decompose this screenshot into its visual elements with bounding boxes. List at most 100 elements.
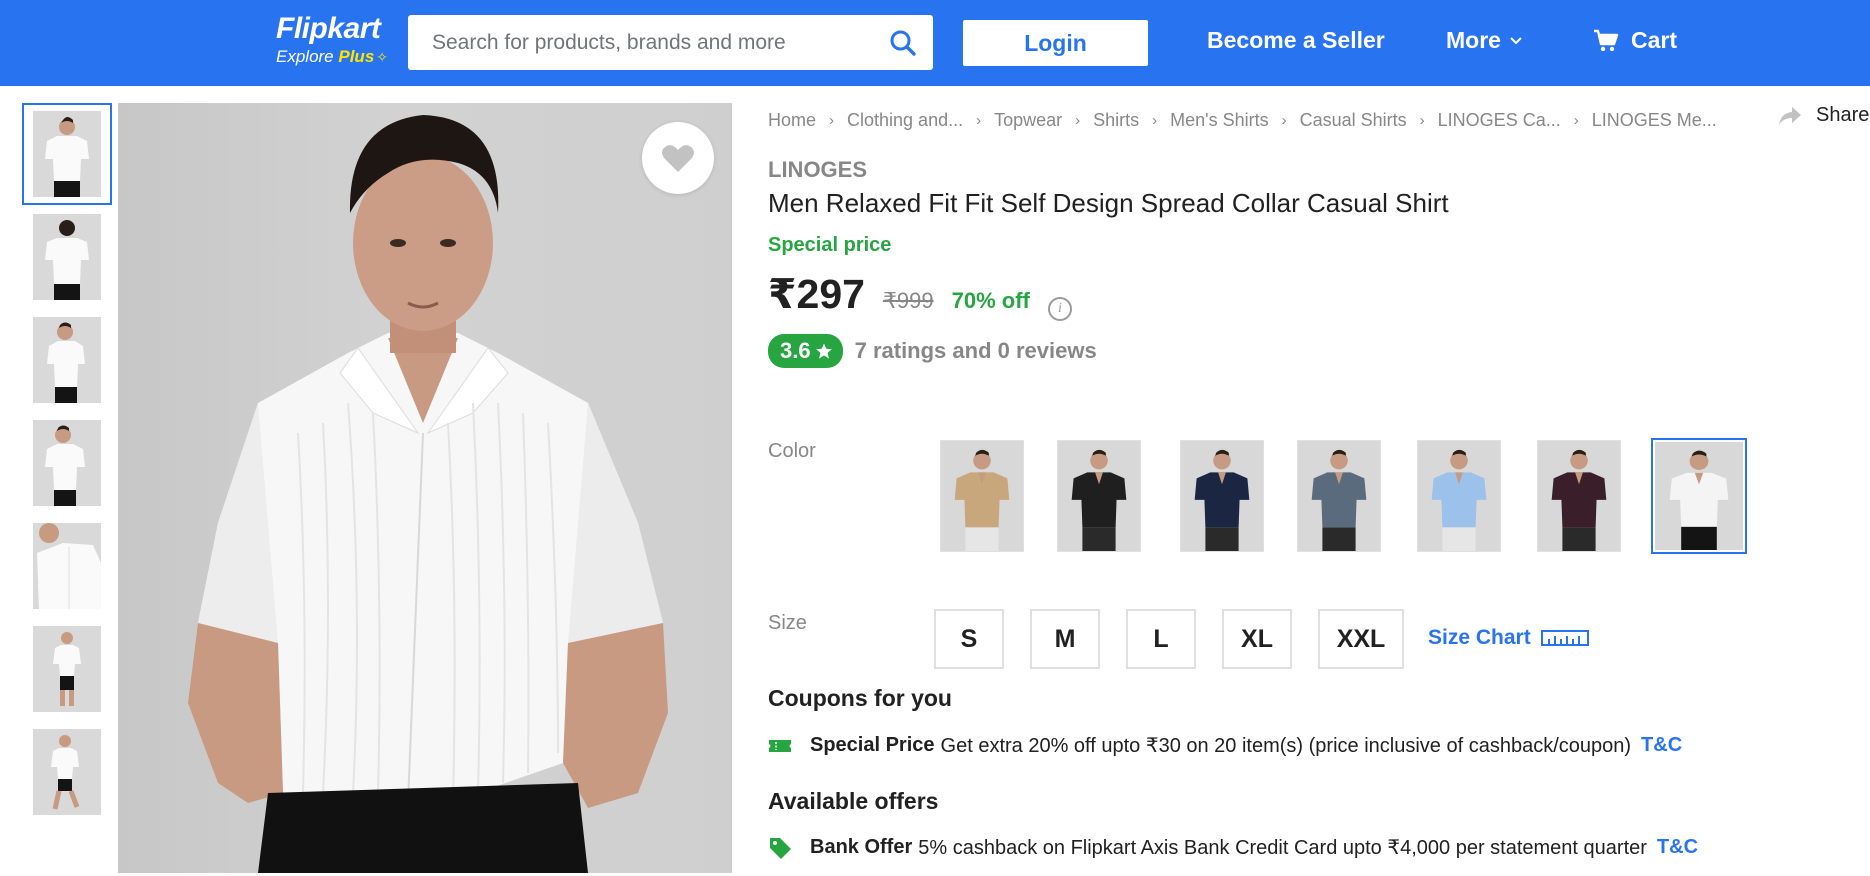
color-swatch-5[interactable] bbox=[1417, 440, 1501, 552]
chevron-right-icon: › bbox=[1281, 112, 1287, 129]
color-swatch-2[interactable] bbox=[1057, 440, 1141, 552]
thumbnail-1[interactable] bbox=[22, 103, 112, 205]
coupon-tc-link[interactable]: T&C bbox=[1641, 734, 1682, 757]
swatch-image bbox=[1181, 441, 1263, 551]
more-label: More bbox=[1446, 27, 1501, 53]
coupon-label: Special Price bbox=[810, 734, 935, 756]
offers-title: Available offers bbox=[768, 788, 939, 814]
logo-tagline: Explore bbox=[276, 47, 334, 66]
coupon-icon bbox=[769, 739, 791, 752]
ratings-reviews-link[interactable]: 7 ratings and 0 reviews bbox=[855, 338, 1097, 364]
color-swatch-1[interactable] bbox=[940, 440, 1024, 552]
thumbnail-image bbox=[33, 111, 101, 197]
swatch-image bbox=[1298, 441, 1380, 551]
breadcrumb-item[interactable]: Casual Shirts bbox=[1300, 110, 1407, 131]
thumbnail-5[interactable] bbox=[22, 515, 112, 617]
cart-icon bbox=[1594, 29, 1619, 51]
become-seller-link[interactable]: Become a Seller bbox=[1207, 27, 1385, 54]
thumbnail-image bbox=[33, 729, 101, 815]
share-icon bbox=[1779, 106, 1801, 125]
product-title: Men Relaxed Fit Fit Self Design Spread C… bbox=[768, 188, 1449, 218]
rating-value: 3.6 bbox=[780, 338, 811, 363]
special-price-label: Special price bbox=[768, 234, 892, 256]
heart-icon bbox=[662, 145, 694, 172]
swatch-image bbox=[1655, 442, 1743, 550]
logo-plus: Plus bbox=[338, 47, 375, 66]
share-button[interactable]: Share bbox=[1778, 104, 1869, 127]
top-navbar: Flipkart Explore Plus✧ Login Become a Se… bbox=[0, 0, 1870, 86]
thumbnail-image bbox=[33, 214, 101, 300]
chevron-right-icon: › bbox=[1075, 112, 1081, 129]
coupon-text: Get extra 20% off upto ₹30 on 20 item(s)… bbox=[940, 735, 1632, 757]
cart-label: Cart bbox=[1631, 27, 1678, 53]
offer-tc-link[interactable]: T&C bbox=[1657, 836, 1698, 859]
tag-icon bbox=[770, 837, 791, 859]
size-chart-link[interactable]: Size Chart bbox=[1428, 626, 1589, 650]
size-chart-label: Size Chart bbox=[1428, 626, 1531, 649]
swatch-image bbox=[1538, 441, 1620, 551]
discount-label: 70% off bbox=[951, 288, 1030, 313]
swatch-image bbox=[1418, 441, 1500, 551]
swatch-image bbox=[941, 441, 1023, 551]
rating-badge[interactable]: 3.6 bbox=[768, 334, 843, 368]
coupons-title: Coupons for you bbox=[768, 685, 952, 711]
chevron-down-icon bbox=[1510, 36, 1522, 44]
wishlist-button[interactable] bbox=[642, 122, 714, 194]
star-icon bbox=[815, 343, 832, 359]
thumbnail-image bbox=[33, 523, 101, 609]
flipkart-logo[interactable]: Flipkart Explore Plus ✧ bbox=[276, 12, 388, 67]
cart-link[interactable]: Cart bbox=[1593, 27, 1677, 54]
thumbnail-3[interactable] bbox=[22, 309, 112, 411]
more-menu[interactable]: More bbox=[1446, 27, 1523, 54]
chevron-right-icon: › bbox=[976, 112, 982, 129]
size-xl-button[interactable]: XL bbox=[1222, 609, 1292, 669]
chevron-right-icon: › bbox=[1573, 112, 1579, 129]
thumbnail-2[interactable] bbox=[22, 206, 112, 308]
share-label: Share bbox=[1816, 104, 1870, 126]
color-swatch-3[interactable] bbox=[1180, 440, 1264, 552]
chevron-right-icon: › bbox=[1419, 112, 1425, 129]
login-button[interactable]: Login bbox=[963, 20, 1148, 66]
color-swatch-6[interactable] bbox=[1537, 440, 1621, 552]
offer-item: Bank Offer 5% cashback on Flipkart Axis … bbox=[768, 835, 1698, 860]
color-label: Color bbox=[768, 440, 816, 462]
color-swatch-7[interactable] bbox=[1651, 438, 1747, 554]
selling-price: ₹297 bbox=[768, 271, 865, 317]
thumbnail-4[interactable] bbox=[22, 412, 112, 514]
thumbnail-7[interactable] bbox=[22, 721, 112, 823]
coupon-item: Special Price Get extra 20% off upto ₹30… bbox=[768, 733, 1682, 758]
breadcrumb-item[interactable]: LINOGES Ca... bbox=[1438, 110, 1561, 131]
thumbnail-image bbox=[33, 420, 101, 506]
search-icon[interactable] bbox=[873, 15, 933, 70]
ruler-icon bbox=[1540, 630, 1589, 646]
offer-label: Bank Offer bbox=[810, 836, 913, 858]
breadcrumb-item[interactable]: Clothing and... bbox=[847, 110, 963, 131]
breadcrumb-item[interactable]: LINOGES Me... bbox=[1592, 110, 1717, 131]
swatch-image bbox=[1058, 441, 1140, 551]
breadcrumb: Home › Clothing and... › Topwear › Shirts › … bbox=[768, 110, 1717, 131]
thumbnail-image bbox=[33, 317, 101, 403]
info-icon[interactable]: i bbox=[1047, 297, 1072, 321]
thumbnail-6[interactable] bbox=[22, 618, 112, 720]
search-bar bbox=[408, 15, 933, 70]
main-product-image[interactable] bbox=[118, 103, 732, 873]
size-label: Size bbox=[768, 612, 807, 634]
size-s-button[interactable]: S bbox=[934, 609, 1004, 669]
brand-name[interactable]: LINOGES bbox=[768, 157, 867, 183]
color-swatch-4[interactable] bbox=[1297, 440, 1381, 552]
size-xxl-button[interactable]: XXL bbox=[1318, 609, 1404, 669]
thumbnail-image bbox=[33, 626, 101, 712]
search-input[interactable] bbox=[408, 15, 873, 70]
chevron-right-icon: › bbox=[829, 112, 835, 129]
breadcrumb-item[interactable]: Home bbox=[768, 110, 816, 131]
breadcrumb-item[interactable]: Shirts bbox=[1093, 110, 1139, 131]
offer-text: 5% cashback on Flipkart Axis Bank Credit… bbox=[918, 837, 1647, 859]
price-row: ₹297 ₹999 70% off i bbox=[768, 270, 1072, 321]
original-price: ₹999 bbox=[882, 288, 934, 313]
breadcrumb-item[interactable]: Topwear bbox=[994, 110, 1062, 131]
size-l-button[interactable]: L bbox=[1126, 609, 1196, 669]
logo-text: Flipkart bbox=[276, 12, 381, 45]
breadcrumb-item[interactable]: Men's Shirts bbox=[1170, 110, 1268, 131]
size-m-button[interactable]: M bbox=[1030, 609, 1100, 669]
rating-row: 3.6 7 ratings and 0 reviews bbox=[768, 334, 1097, 368]
